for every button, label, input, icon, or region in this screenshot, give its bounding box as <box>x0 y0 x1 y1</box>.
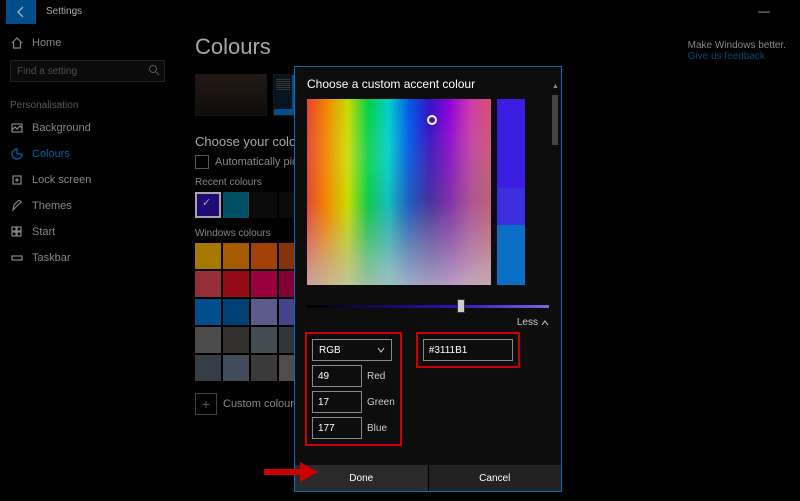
sidebar-item-start[interactable]: Start <box>0 219 175 245</box>
recent-swatch[interactable] <box>251 192 277 218</box>
sidebar-item-label: Home <box>32 37 61 49</box>
chevron-up-icon <box>541 319 549 327</box>
less-toggle[interactable]: Less <box>517 317 549 328</box>
colour-swatch[interactable] <box>195 299 221 325</box>
feedback-block: Make Windows better. Give us feedback <box>688 40 786 62</box>
plus-icon: + <box>195 393 217 415</box>
picture-icon <box>10 121 24 135</box>
spectrum-cursor[interactable] <box>427 115 437 125</box>
colour-swatch[interactable] <box>195 355 221 381</box>
sidebar-item-taskbar[interactable]: Taskbar <box>0 245 175 271</box>
brush-icon <box>10 199 24 213</box>
blue-label: Blue <box>367 423 387 434</box>
taskbar-icon <box>10 251 24 265</box>
colour-swatch[interactable] <box>251 327 277 353</box>
red-input[interactable] <box>312 365 362 387</box>
window-titlebar: Settings — <box>0 0 800 24</box>
search-wrap <box>10 60 165 82</box>
checkbox-icon <box>195 155 209 169</box>
sidebar-item-label: Taskbar <box>32 252 71 264</box>
custom-colour-label: Custom colour <box>223 398 294 410</box>
lock-icon <box>10 173 24 187</box>
palette-icon <box>10 147 24 161</box>
minimize-button[interactable]: — <box>758 4 770 18</box>
colour-swatch[interactable] <box>195 271 221 297</box>
colour-picker-dialog: Choose a custom accent colour Less RGB R… <box>294 66 562 492</box>
feedback-heading: Make Windows better. <box>688 40 786 51</box>
colour-swatch[interactable] <box>223 299 249 325</box>
colour-spectrum[interactable] <box>307 99 491 285</box>
sidebar-item-label: Colours <box>32 148 70 160</box>
sidebar-item-lockscreen[interactable]: Lock screen <box>0 167 175 193</box>
window-title: Settings <box>46 6 82 17</box>
sidebar: Home Personalisation Background Colours … <box>0 24 175 501</box>
rgb-input-group: RGB Red Green Blue <box>307 334 400 444</box>
scroll-thumb[interactable] <box>552 95 558 145</box>
colour-swatch[interactable] <box>223 271 249 297</box>
red-label: Red <box>367 371 385 382</box>
sidebar-item-colours[interactable]: Colours <box>0 141 175 167</box>
colour-swatch[interactable] <box>223 243 249 269</box>
sidebar-item-label: Start <box>32 226 55 238</box>
colour-swatch[interactable] <box>251 243 277 269</box>
value-slider[interactable] <box>307 301 549 311</box>
recent-swatch[interactable] <box>195 192 221 218</box>
colour-swatch[interactable] <box>223 327 249 353</box>
blue-input[interactable] <box>312 417 362 439</box>
search-input[interactable] <box>10 60 165 82</box>
colour-mode-select[interactable]: RGB <box>312 339 392 361</box>
green-input[interactable] <box>312 391 362 413</box>
hex-input-group <box>418 334 518 366</box>
sidebar-item-home[interactable]: Home <box>0 30 175 56</box>
colour-swatch[interactable] <box>251 271 277 297</box>
scroll-up-icon[interactable]: ▲ <box>552 83 558 91</box>
dialog-title: Choose a custom accent colour <box>307 77 549 91</box>
preview-desktop[interactable] <box>195 74 267 116</box>
hue-column[interactable] <box>497 99 525 285</box>
annotation-arrow <box>262 460 322 487</box>
colour-swatch[interactable] <box>195 243 221 269</box>
sidebar-item-label: Lock screen <box>32 174 91 186</box>
chevron-down-icon <box>377 346 385 354</box>
home-icon <box>10 36 24 50</box>
feedback-link[interactable]: Give us feedback <box>688 51 786 62</box>
colour-swatch[interactable] <box>223 355 249 381</box>
search-icon <box>148 64 160 79</box>
green-label: Green <box>367 397 395 408</box>
start-icon <box>10 225 24 239</box>
sidebar-item-background[interactable]: Background <box>0 115 175 141</box>
back-button[interactable] <box>6 0 36 24</box>
colour-swatch[interactable] <box>251 299 277 325</box>
hex-input[interactable] <box>423 339 513 361</box>
sidebar-group-heading: Personalisation <box>0 92 175 115</box>
sidebar-item-themes[interactable]: Themes <box>0 193 175 219</box>
colour-swatch[interactable] <box>251 355 277 381</box>
sidebar-item-label: Themes <box>32 200 72 212</box>
slider-thumb[interactable] <box>457 299 465 313</box>
recent-swatch[interactable] <box>223 192 249 218</box>
select-value: RGB <box>319 345 341 356</box>
sidebar-item-label: Background <box>32 122 91 134</box>
dialog-scrollbar[interactable]: ▲ ▼ <box>552 95 558 461</box>
colour-swatch[interactable] <box>195 327 221 353</box>
cancel-button[interactable]: Cancel <box>429 465 562 491</box>
